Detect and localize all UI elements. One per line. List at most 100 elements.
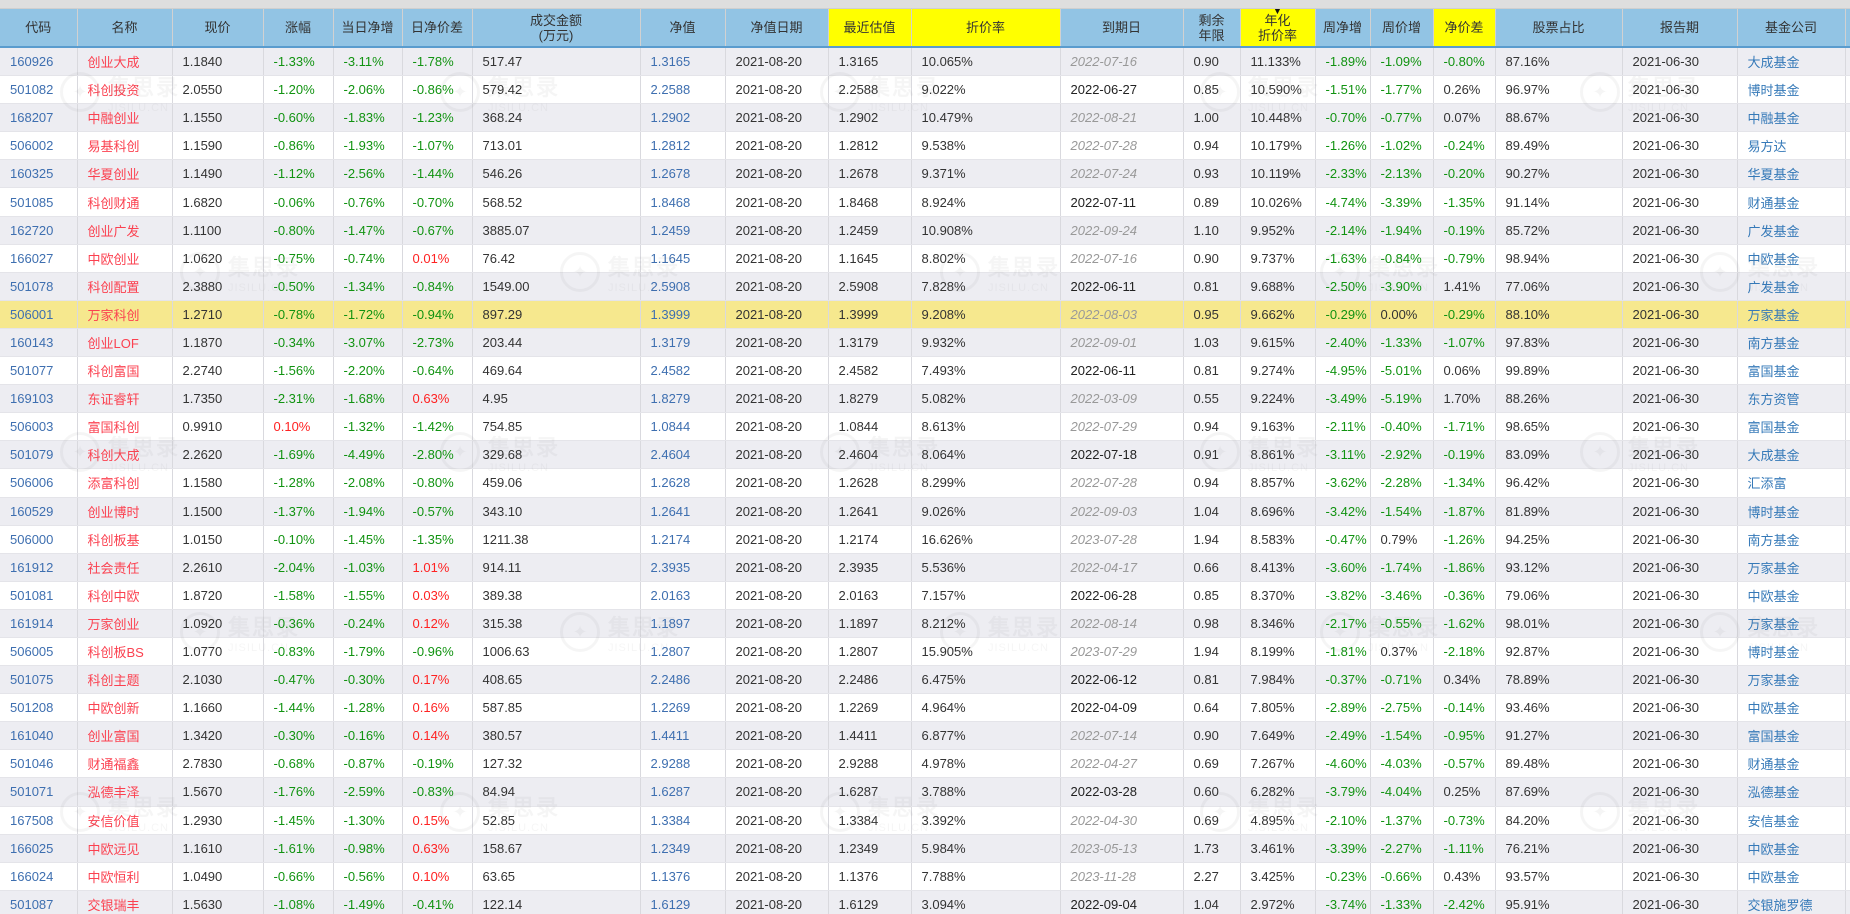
cell-company[interactable]: 万家基金 <box>1737 553 1846 582</box>
cell-name[interactable]: 东证睿轩 <box>77 384 173 414</box>
cell-company[interactable]: 财通基金 <box>1737 749 1846 779</box>
cell-nav[interactable]: 1.2174 <box>640 525 726 554</box>
cell-code[interactable]: 501046 <box>0 749 78 779</box>
cell-name[interactable]: 科创财通 <box>77 187 173 217</box>
column-header-report[interactable]: 报告期 <box>1622 9 1738 48</box>
cell-code[interactable]: 160529 <box>0 497 78 526</box>
cell-code[interactable]: 166025 <box>0 834 78 863</box>
cell-company[interactable]: 万家基金 <box>1737 665 1846 695</box>
cell-company[interactable]: 易方达 <box>1737 131 1846 161</box>
column-header-maturity[interactable]: 到期日 <box>1060 9 1184 48</box>
cell-code[interactable]: 160926 <box>0 47 78 77</box>
cell-code[interactable]: 501071 <box>0 777 78 807</box>
cell-company[interactable]: 中欧基金 <box>1737 693 1846 723</box>
cell-company[interactable]: 安信基金 <box>1737 806 1846 835</box>
cell-code[interactable]: 501087 <box>0 890 78 914</box>
cell-nav[interactable]: 1.2349 <box>640 834 726 863</box>
cell-code[interactable]: 501078 <box>0 272 78 301</box>
cell-company[interactable]: 富国基金 <box>1737 721 1846 751</box>
cell-company[interactable]: 华夏基金 <box>1737 159 1846 189</box>
cell-company[interactable]: 东方资管 <box>1737 384 1846 414</box>
cell-code[interactable]: 160325 <box>0 159 78 189</box>
cell-company[interactable]: 中欧基金 <box>1737 581 1846 610</box>
cell-company[interactable]: 南方基金 <box>1737 525 1846 554</box>
cell-name[interactable]: 中欧恒利 <box>77 862 173 891</box>
column-header-company[interactable]: 基金公司 <box>1737 9 1846 48</box>
column-header-price[interactable]: 现价 <box>172 9 264 48</box>
cell-code[interactable]: 506001 <box>0 300 78 329</box>
cell-nav[interactable]: 1.8468 <box>640 187 726 217</box>
cell-name[interactable]: 创业大成 <box>77 47 173 77</box>
cell-code[interactable]: 506000 <box>0 525 78 554</box>
cell-nav[interactable]: 1.2678 <box>640 159 726 189</box>
column-header-stock_pct[interactable]: 股票占比 <box>1495 9 1623 48</box>
cell-name[interactable]: 易基科创 <box>77 131 173 161</box>
column-header-ann_discount[interactable]: 年化 折价率 ▼ <box>1240 9 1316 48</box>
cell-company[interactable]: 泓德基金 <box>1737 777 1846 807</box>
cell-nav[interactable]: 1.2269 <box>640 693 726 723</box>
cell-company[interactable]: 富国基金 <box>1737 356 1846 386</box>
cell-name[interactable]: 财通福鑫 <box>77 749 173 779</box>
cell-company[interactable]: 中欧基金 <box>1737 244 1846 273</box>
cell-company[interactable]: 中欧基金 <box>1737 862 1846 891</box>
cell-company[interactable]: 广发基金 <box>1737 216 1846 245</box>
cell-code[interactable]: 506006 <box>0 468 78 498</box>
cell-name[interactable]: 交银瑞丰 <box>77 890 173 914</box>
cell-nav[interactable]: 1.2812 <box>640 131 726 161</box>
cell-code[interactable]: 501081 <box>0 581 78 610</box>
cell-nav[interactable]: 1.8279 <box>640 384 726 414</box>
cell-nav[interactable]: 2.4604 <box>640 440 726 470</box>
cell-nav[interactable]: 1.6129 <box>640 890 726 914</box>
cell-name[interactable]: 科创板基 <box>77 525 173 554</box>
cell-name[interactable]: 创业博时 <box>77 497 173 526</box>
column-header-discount[interactable]: 折价率 <box>911 9 1061 48</box>
cell-name[interactable]: 中欧远见 <box>77 834 173 863</box>
cell-nav[interactable]: 1.1645 <box>640 244 726 273</box>
column-header-wk_price[interactable]: 周价增 <box>1370 9 1434 48</box>
column-header-turnover[interactable]: 成交金额 (万元) <box>472 9 641 48</box>
cell-company[interactable]: 中融基金 <box>1737 103 1846 133</box>
cell-nav[interactable]: 2.2588 <box>640 75 726 105</box>
cell-code[interactable]: 169103 <box>0 384 78 414</box>
cell-code[interactable]: 160143 <box>0 328 78 358</box>
cell-code[interactable]: 506003 <box>0 412 78 442</box>
cell-name[interactable]: 科创配置 <box>77 272 173 301</box>
cell-nav[interactable]: 1.0844 <box>640 412 726 442</box>
cell-code[interactable]: 168207 <box>0 103 78 133</box>
cell-code[interactable]: 506002 <box>0 131 78 161</box>
cell-code[interactable]: 501082 <box>0 75 78 105</box>
cell-code[interactable]: 166024 <box>0 862 78 891</box>
cell-name[interactable]: 中融创业 <box>77 103 173 133</box>
cell-nav[interactable]: 1.3179 <box>640 328 726 358</box>
cell-company[interactable]: 博时基金 <box>1737 75 1846 105</box>
cell-code[interactable]: 506005 <box>0 637 78 667</box>
cell-company[interactable]: 富国基金 <box>1737 412 1846 442</box>
cell-name[interactable]: 华夏创业 <box>77 159 173 189</box>
cell-name[interactable]: 创业富国 <box>77 721 173 751</box>
cell-company[interactable]: 汇添富 <box>1737 468 1846 498</box>
cell-nav[interactable]: 1.6287 <box>640 777 726 807</box>
cell-code[interactable]: 501208 <box>0 693 78 723</box>
cell-code[interactable]: 167508 <box>0 806 78 835</box>
cell-name[interactable]: 创业LOF <box>77 328 173 358</box>
cell-nav[interactable]: 1.2807 <box>640 637 726 667</box>
cell-nav[interactable]: 1.3165 <box>640 47 726 77</box>
cell-nav[interactable]: 1.2902 <box>640 103 726 133</box>
cell-code[interactable]: 501085 <box>0 187 78 217</box>
cell-company[interactable]: 交银施罗德 <box>1737 890 1846 914</box>
cell-name[interactable]: 科创中欧 <box>77 581 173 610</box>
cell-code[interactable]: 501075 <box>0 665 78 695</box>
cell-nav[interactable]: 2.3935 <box>640 553 726 582</box>
cell-company[interactable]: 大成基金 <box>1737 47 1846 77</box>
cell-nav[interactable]: 2.0163 <box>640 581 726 610</box>
cell-name[interactable]: 科创主题 <box>77 665 173 695</box>
cell-name[interactable]: 富国科创 <box>77 412 173 442</box>
cell-code[interactable]: 162720 <box>0 216 78 245</box>
cell-name[interactable]: 创业广发 <box>77 216 173 245</box>
column-header-est[interactable]: 最近估值 <box>828 9 912 48</box>
cell-company[interactable]: 博时基金 <box>1737 497 1846 526</box>
column-header-net_diff[interactable]: 净价差 <box>1433 9 1496 48</box>
cell-name[interactable]: 万家创业 <box>77 609 173 638</box>
cell-name[interactable]: 科创板BS <box>77 637 173 667</box>
cell-name[interactable]: 中欧创新 <box>77 693 173 723</box>
